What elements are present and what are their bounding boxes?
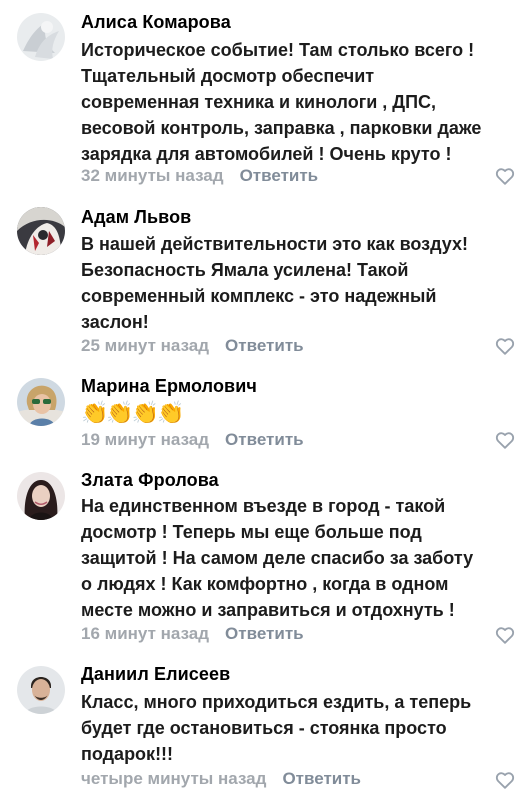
heart-outline-icon [495,338,515,355]
comment-meta: четыре минуты назад Ответить [81,768,361,790]
comment-meta: 16 минут назад Ответить [81,623,304,645]
comment-text-line: заслон! [81,312,149,332]
comment-time: 16 минут назад [81,624,210,643]
comment-text: Класс, много приходиться ездить, а тепер… [81,689,511,767]
comment-time: 32 минуты назад [81,166,224,185]
comment-text-line: зарядка для автомобилей ! Очень круто ! [81,144,452,164]
comment-author[interactable]: Алиса Комарова [81,12,231,33]
reply-button[interactable]: Ответить [225,624,304,644]
reply-button[interactable]: Ответить [240,166,319,186]
heart-outline-icon [495,772,515,789]
avatar[interactable] [17,207,65,255]
like-button[interactable] [494,769,516,791]
comment-text-line: В нашей действительности это как воздух! [81,234,468,254]
heart-outline-icon [495,627,515,644]
comment-text-line: о людях ! Как комфортно , когда в одном [81,574,449,594]
comment-author[interactable]: Даниил Елисеев [81,664,230,685]
comment-text-line: Историческое событие! Там столько всего … [81,40,475,60]
avatar[interactable] [17,472,65,520]
comment-author[interactable]: Марина Ермолович [81,376,257,397]
comment-text: 👏👏👏👏 [81,399,511,427]
comment-text-line: современная техника и кинологи , ДПС, [81,92,437,112]
comment-text-line: досмотр ! Теперь мы еще больше под [81,522,422,542]
reply-button[interactable]: Ответить [282,769,361,789]
avatar[interactable] [17,378,65,426]
comment-text-line: подарок!!! [81,744,174,764]
comment-text-line: Тщательный досмотр обеспечит [81,66,375,86]
comment-meta: 32 минуты назад Ответить [81,165,318,187]
comment-time: 19 минут назад [81,430,210,449]
comment-text-line: На единственном въезде в город - такой [81,496,446,516]
heart-outline-icon [495,432,515,449]
like-button[interactable] [494,165,516,187]
reply-button[interactable]: Ответить [225,336,304,356]
heart-outline-icon [495,168,515,185]
comment-text: Историческое событие! Там столько всего … [81,37,511,167]
comment-text-line: Класс, много приходиться ездить, а тепер… [81,692,472,712]
reply-button[interactable]: Ответить [225,430,304,450]
comment-author[interactable]: Злата Фролова [81,470,219,491]
comment-meta: 19 минут назад Ответить [81,429,304,451]
comment-time: 25 минут назад [81,336,210,355]
comment-text-line: месте можно и заправиться и отдохнуть ! [81,600,455,620]
comment-time: четыре минуты назад [81,769,267,788]
avatar-image [17,13,65,61]
comment-text: На единственном въезде в город - такой д… [81,493,511,623]
like-button[interactable] [494,624,516,646]
comment-text-line: защитой ! На самом деле спасибо за забот… [81,548,474,568]
like-button[interactable] [494,429,516,451]
comment-meta: 25 минут назад Ответить [81,335,304,357]
avatar[interactable] [17,13,65,61]
avatar[interactable] [17,666,65,714]
avatar-image [17,666,65,714]
comment-text: В нашей действительности это как воздух!… [81,231,511,335]
comment-text-line: Безопасность Ямала усилена! Такой [81,260,409,280]
comment-text-line: 👏👏👏👏 [81,400,185,425]
comment-text-line: современный комплекс - это надежный [81,286,437,306]
avatar-image [17,472,65,520]
avatar-image [17,378,65,426]
comment-text-line: будет где остановиться - стоянка просто [81,718,447,738]
comment-text-line: весовой контроль, заправка , парковки да… [81,118,482,138]
comment-author[interactable]: Адам Львов [81,207,191,228]
avatar-image [17,207,65,255]
like-button[interactable] [494,335,516,357]
